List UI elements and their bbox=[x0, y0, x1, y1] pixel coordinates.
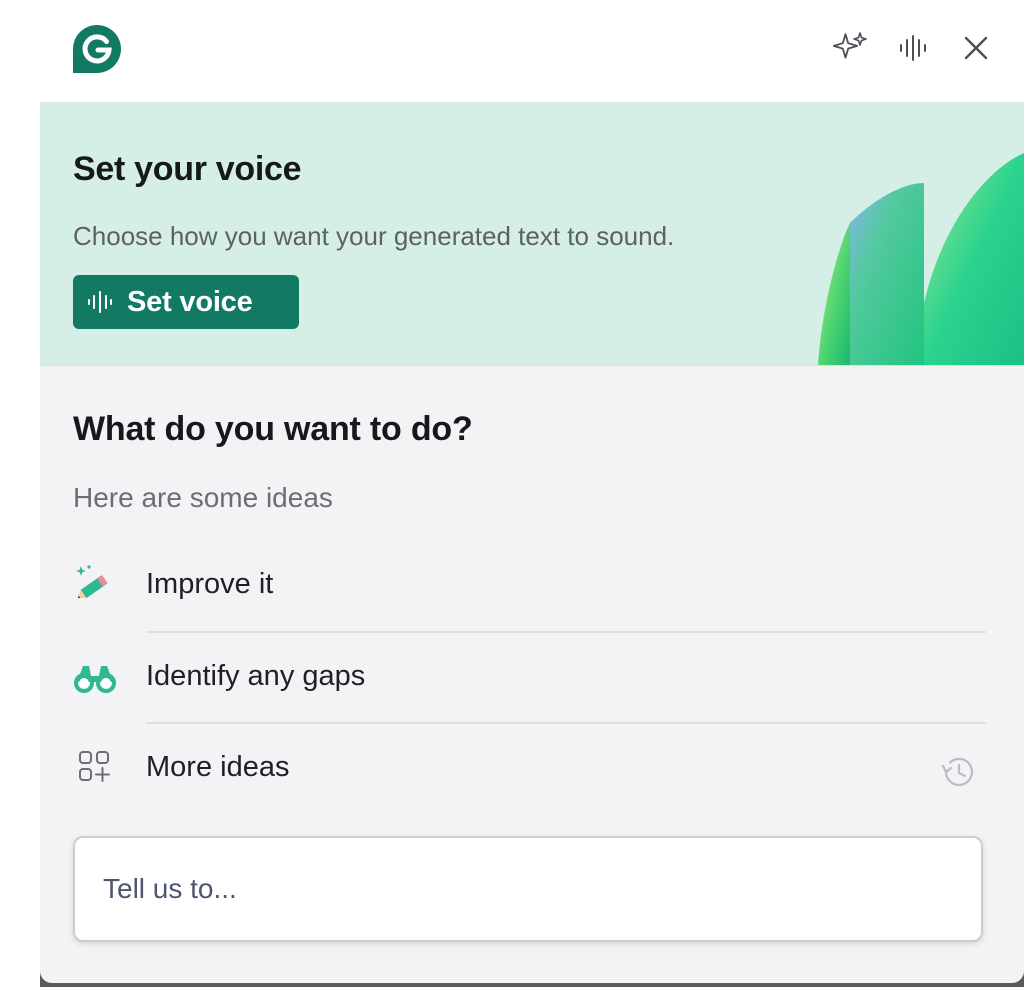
prompt-input[interactable] bbox=[101, 868, 945, 910]
grid-plus-icon bbox=[73, 745, 117, 789]
close-icon[interactable] bbox=[958, 30, 994, 66]
banner-title: Set your voice bbox=[73, 150, 302, 188]
pencil-sparkle-icon bbox=[73, 562, 117, 606]
banner-subtitle: Choose how you want your generated text … bbox=[73, 221, 675, 251]
idea-more-ideas[interactable]: More ideas bbox=[40, 725, 1024, 809]
banner-decoration bbox=[818, 153, 1024, 365]
grammarly-logo bbox=[71, 23, 123, 75]
idea-label: Identify any gaps bbox=[146, 660, 366, 692]
divider bbox=[146, 631, 986, 633]
divider bbox=[146, 722, 986, 724]
set-voice-banner: Set your voice Choose how you want your … bbox=[40, 103, 1024, 366]
idea-label: Improve it bbox=[146, 568, 274, 600]
idea-label: More ideas bbox=[146, 751, 290, 783]
panel-header bbox=[40, 0, 1024, 103]
idea-improve-it[interactable]: Improve it bbox=[40, 542, 1024, 626]
prompt-box bbox=[73, 836, 983, 942]
set-voice-button[interactable]: Set voice bbox=[73, 275, 299, 329]
ideas-section-subtitle: Here are some ideas bbox=[73, 482, 333, 513]
background-app-area bbox=[0, 0, 40, 987]
binoculars-icon bbox=[73, 654, 117, 698]
assistant-panel: Set your voice Choose how you want your … bbox=[40, 0, 1024, 983]
voice-waveform-icon[interactable] bbox=[896, 30, 932, 66]
sparkle-icon[interactable] bbox=[832, 30, 868, 66]
voice-waveform-icon bbox=[85, 287, 115, 317]
ideas-section-title: What do you want to do? bbox=[73, 410, 473, 448]
history-icon[interactable] bbox=[938, 752, 978, 792]
idea-identify-gaps[interactable]: Identify any gaps bbox=[40, 634, 1024, 718]
set-voice-button-label: Set voice bbox=[127, 285, 253, 318]
